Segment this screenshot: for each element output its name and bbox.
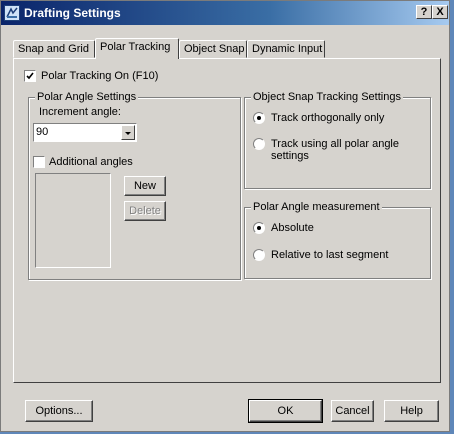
- polar-angle-measurement-group: Polar Angle measurement Absolute Relativ…: [244, 201, 431, 279]
- track-orthogonally-label[interactable]: Track orthogonally only: [271, 112, 384, 124]
- additional-angles-label[interactable]: Additional angles: [49, 156, 133, 168]
- ok-button[interactable]: OK: [248, 399, 323, 423]
- tab-dynamic-input[interactable]: Dynamic Input: [247, 40, 325, 58]
- polar-angle-settings-title: Polar Angle Settings: [35, 91, 139, 103]
- track-all-polar-radio[interactable]: [253, 138, 265, 150]
- object-snap-tracking-title: Object Snap Tracking Settings: [251, 91, 403, 103]
- help-button[interactable]: Help: [384, 400, 439, 422]
- tab-polar-tracking[interactable]: Polar Tracking: [95, 38, 179, 59]
- help-title-button[interactable]: ?: [416, 5, 432, 19]
- drafting-settings-dialog: Drafting Settings ? X Snap and Grid Pola…: [0, 0, 450, 432]
- polar-tracking-on-checkbox[interactable]: [24, 70, 36, 82]
- title-bar[interactable]: Drafting Settings ? X: [1, 1, 449, 25]
- checkmark-icon: [26, 72, 34, 80]
- window-title: Drafting Settings: [24, 6, 121, 20]
- relative-last-segment-label[interactable]: Relative to last segment: [271, 249, 388, 261]
- additional-angles-checkbox[interactable]: [33, 156, 45, 168]
- increment-angle-label: Increment angle:: [39, 106, 121, 118]
- absolute-label[interactable]: Absolute: [271, 222, 314, 234]
- track-all-polar-label-line2[interactable]: settings: [271, 150, 309, 162]
- object-snap-tracking-group: Object Snap Tracking Settings Track orth…: [244, 91, 431, 189]
- tab-object-snap[interactable]: Object Snap: [179, 40, 247, 58]
- cancel-button[interactable]: Cancel: [331, 400, 374, 422]
- chevron-down-icon: [125, 132, 131, 135]
- polar-angle-settings-group: Polar Angle Settings Increment angle: 90…: [28, 91, 241, 280]
- options-button[interactable]: Options...: [25, 400, 93, 422]
- polar-tracking-on-label[interactable]: Polar Tracking On (F10): [41, 70, 158, 82]
- tab-panel-polar-tracking: Polar Tracking On (F10) Polar Angle Sett…: [13, 58, 441, 383]
- increment-angle-value: 90: [36, 126, 49, 138]
- dropdown-button[interactable]: [121, 125, 135, 140]
- tab-snap-and-grid[interactable]: Snap and Grid: [13, 40, 95, 58]
- close-button[interactable]: X: [432, 5, 448, 19]
- relative-last-segment-radio[interactable]: [253, 249, 265, 261]
- absolute-radio[interactable]: [253, 222, 265, 234]
- polar-angle-measurement-title: Polar Angle measurement: [251, 201, 382, 213]
- track-all-polar-label-line1[interactable]: Track using all polar angle: [271, 138, 399, 150]
- delete-angle-button[interactable]: Delete: [124, 201, 166, 221]
- new-angle-button[interactable]: New: [124, 176, 166, 196]
- app-icon: [4, 5, 20, 21]
- track-orthogonally-radio[interactable]: [253, 112, 265, 124]
- additional-angles-list[interactable]: [35, 173, 111, 268]
- increment-angle-combo[interactable]: 90: [33, 123, 137, 142]
